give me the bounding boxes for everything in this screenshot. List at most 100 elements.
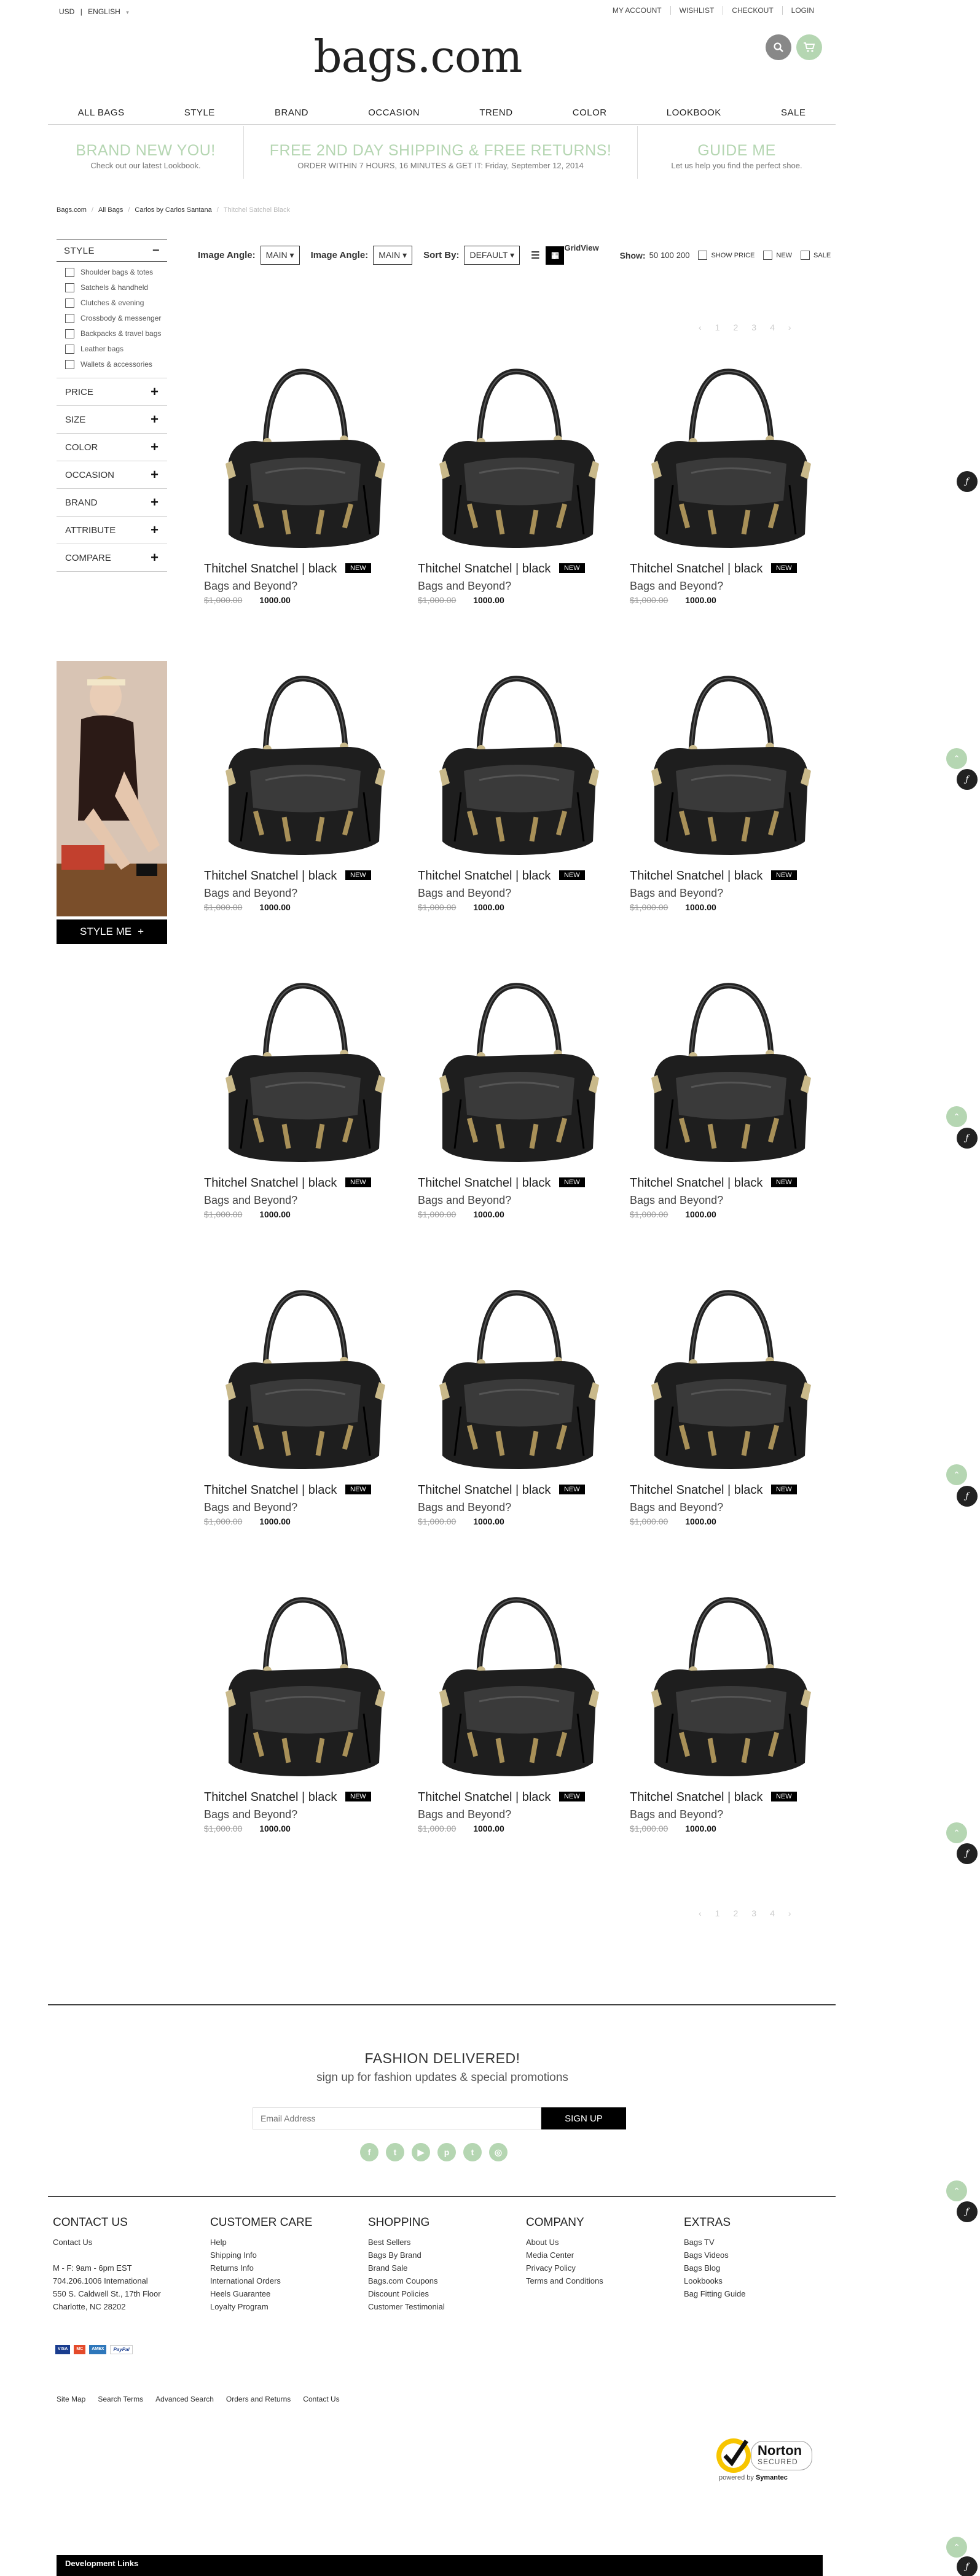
search-button[interactable] [766, 34, 791, 60]
product-image[interactable] [204, 970, 394, 1173]
scroll-helper-icon[interactable]: ƒ [957, 1486, 978, 1507]
product-image[interactable] [204, 1585, 394, 1787]
product-card[interactable]: Thitchel Snatchel | black NEW Bags and B… [204, 663, 394, 912]
breadcrumb-all-bags[interactable]: All Bags [98, 206, 123, 214]
product-image[interactable] [630, 663, 820, 866]
product-image[interactable] [204, 663, 394, 866]
scroll-helper-icon[interactable]: ƒ [957, 2556, 978, 2576]
norton-seal[interactable]: Norton SECURED powered by Symantec [713, 2432, 820, 2488]
show-100[interactable]: 100 [661, 251, 674, 260]
collapse-icon[interactable]: − [152, 244, 160, 258]
product-name[interactable]: Thitchel Snatchel | black [630, 1790, 762, 1804]
currency-selector[interactable]: USD [59, 7, 74, 16]
prev-page[interactable]: ‹ [699, 322, 702, 332]
nav-all-bags[interactable]: ALL BAGS [78, 107, 125, 118]
style-option[interactable]: Wallets & accessories [65, 360, 167, 369]
sale-checkbox[interactable] [801, 251, 810, 260]
page-1[interactable]: 1 [715, 322, 720, 332]
facet-price[interactable]: PRICE + [57, 378, 167, 406]
style-option[interactable]: Crossbody & messenger [65, 314, 167, 323]
style-option[interactable]: Backpacks & travel bags [65, 329, 167, 338]
style-option[interactable]: Shoulder bags & totes [65, 268, 167, 277]
scroll-helper-icon[interactable]: ƒ [957, 1843, 978, 1864]
email-input[interactable] [253, 2107, 541, 2129]
product-image[interactable] [418, 1585, 608, 1787]
sort-by-select[interactable]: DEFAULT ▾ [464, 246, 520, 265]
breadcrumb-brand[interactable]: Carlos by Carlos Santana [135, 206, 211, 214]
facebook-icon[interactable]: f [360, 2143, 378, 2161]
product-image[interactable] [204, 356, 394, 559]
page-2[interactable]: 2 [733, 322, 738, 332]
my-account-link[interactable]: MY ACCOUNT [604, 6, 670, 15]
product-card[interactable]: Thitchel Snatchel | black NEW Bags and B… [630, 356, 820, 605]
style-option[interactable]: Clutches & evening [65, 299, 167, 308]
scroll-up-icon[interactable]: ⌃ [946, 1822, 967, 1843]
scroll-helper-icon[interactable]: ƒ [957, 471, 978, 492]
product-image[interactable] [630, 1278, 820, 1480]
checkbox[interactable] [65, 299, 74, 308]
product-card[interactable]: Thitchel Snatchel | black NEW Bags and B… [204, 1278, 394, 1526]
facet-size[interactable]: SIZE + [57, 406, 167, 434]
nav-lookbook[interactable]: LOOKBOOK [667, 107, 721, 118]
scroll-helper-icon[interactable]: ƒ [957, 769, 978, 790]
product-card[interactable]: Thitchel Snatchel | black NEW Bags and B… [630, 1278, 820, 1526]
scroll-up-icon[interactable]: ⌃ [946, 2180, 967, 2201]
image-angle-select[interactable]: MAIN ▾ [373, 246, 413, 265]
style-filter-header[interactable]: STYLE − [57, 240, 167, 262]
prev-page[interactable]: ‹ [699, 1908, 702, 1918]
breadcrumb-home[interactable]: Bags.com [57, 206, 87, 214]
list-view-icon[interactable]: ☰ [531, 249, 539, 262]
language-selector[interactable]: ENGLISH [88, 7, 120, 16]
nav-brand[interactable]: BRAND [275, 107, 308, 118]
facet-compare[interactable]: COMPARE + [57, 544, 167, 572]
product-card[interactable]: Thitchel Snatchel | black NEW Bags and B… [204, 356, 394, 605]
nav-style[interactable]: STYLE [184, 107, 215, 118]
sign-up-button[interactable]: SIGN UP [541, 2107, 626, 2129]
product-card[interactable]: Thitchel Snatchel | black NEW Bags and B… [418, 663, 608, 912]
nav-color[interactable]: COLOR [573, 107, 607, 118]
facet-attribute[interactable]: ATTRIBUTE + [57, 517, 167, 544]
page-4[interactable]: 4 [770, 1908, 775, 1918]
image-angle-select[interactable]: MAIN ▾ [260, 246, 300, 265]
product-name[interactable]: Thitchel Snatchel | black [418, 1483, 551, 1497]
product-card[interactable]: Thitchel Snatchel | black NEW Bags and B… [630, 970, 820, 1219]
scroll-up-icon[interactable]: ⌃ [946, 2537, 967, 2558]
product-image[interactable] [418, 356, 608, 559]
twitter-icon[interactable]: t [386, 2143, 404, 2161]
youtube-icon[interactable]: ▶ [412, 2143, 430, 2161]
page-2[interactable]: 2 [733, 1908, 738, 1918]
next-page[interactable]: › [788, 1908, 791, 1918]
chevron-down-icon[interactable]: ▾ [126, 9, 129, 15]
product-card[interactable]: Thitchel Snatchel | black NEW Bags and B… [630, 1585, 820, 1833]
nav-sale[interactable]: SALE [781, 107, 806, 118]
product-image[interactable] [418, 1278, 608, 1480]
tumblr-icon[interactable]: t [463, 2143, 482, 2161]
nav-trend[interactable]: TREND [479, 107, 512, 118]
grid-view-icon[interactable]: ▦ [546, 246, 565, 265]
product-name[interactable]: Thitchel Snatchel | black [204, 869, 337, 883]
style-option[interactable]: Leather bags [65, 345, 167, 354]
facet-color[interactable]: COLOR + [57, 434, 167, 461]
product-image[interactable] [630, 1585, 820, 1787]
product-card[interactable]: Thitchel Snatchel | black NEW Bags and B… [204, 1585, 394, 1833]
next-page[interactable]: › [788, 322, 791, 332]
product-card[interactable]: Thitchel Snatchel | black NEW Bags and B… [418, 970, 608, 1219]
promo-shipping[interactable]: FREE 2ND DAY SHIPPING & FREE RETURNS! OR… [244, 126, 637, 179]
product-name[interactable]: Thitchel Snatchel | black [418, 1790, 551, 1804]
scroll-helper-icon[interactable]: ƒ [957, 2201, 978, 2222]
checkbox[interactable] [65, 268, 74, 277]
wishlist-link[interactable]: WISHLIST [670, 6, 723, 15]
product-name[interactable]: Thitchel Snatchel | black [418, 1176, 551, 1190]
login-link[interactable]: LOGIN [782, 6, 823, 15]
facet-occasion[interactable]: OCCASION + [57, 461, 167, 489]
product-name[interactable]: Thitchel Snatchel | black [204, 1176, 337, 1190]
site-logo[interactable]: bags.com [0, 31, 836, 82]
page-1[interactable]: 1 [715, 1908, 720, 1918]
product-card[interactable]: Thitchel Snatchel | black NEW Bags and B… [204, 970, 394, 1219]
checkbox[interactable] [65, 345, 74, 354]
nav-occasion[interactable]: OCCASION [368, 107, 420, 118]
product-name[interactable]: Thitchel Snatchel | black [630, 869, 762, 883]
checkbox[interactable] [65, 314, 74, 323]
style-me-banner[interactable]: STYLE ME + [57, 661, 167, 944]
contact-us-link[interactable]: Contact Us [53, 2236, 161, 2249]
